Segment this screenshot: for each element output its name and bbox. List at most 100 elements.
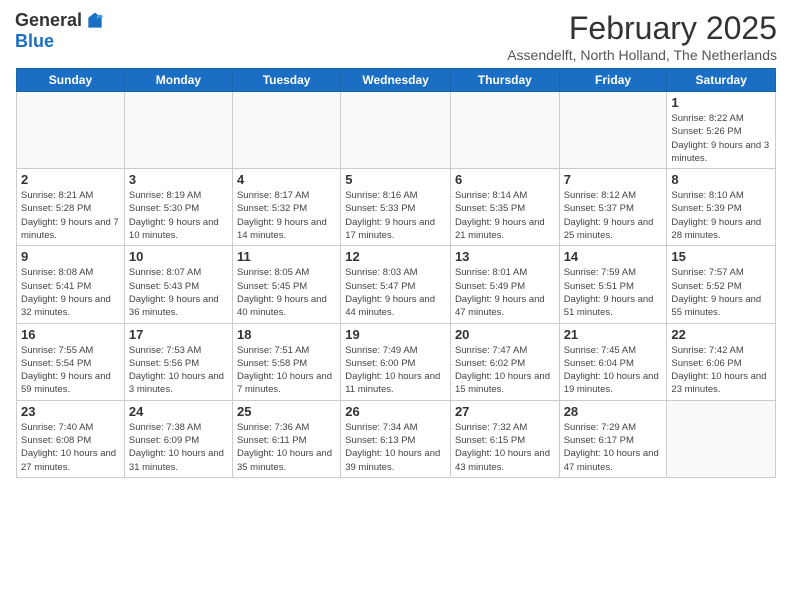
day-number: 26 — [345, 404, 446, 419]
calendar-week-1: 2Sunrise: 8:21 AM Sunset: 5:28 PM Daylig… — [17, 169, 776, 246]
logo-icon — [85, 11, 105, 31]
calendar-page: General Blue February 2025 Assendelft, N… — [0, 0, 792, 612]
day-info: Sunrise: 8:19 AM Sunset: 5:30 PM Dayligh… — [129, 189, 228, 242]
day-number: 21 — [564, 327, 663, 342]
day-info: Sunrise: 8:10 AM Sunset: 5:39 PM Dayligh… — [671, 189, 771, 242]
calendar-cell: 8 Sunrise: 8:10 AM Sunset: 5:39 PM Daylig… — [667, 169, 776, 246]
day-info: Sunrise: 7:59 AM Sunset: 5:51 PM Dayligh… — [564, 266, 663, 319]
day-number: 8 — [671, 172, 771, 187]
calendar-cell: 22Sunrise: 7:42 AM Sunset: 6:06 PM Dayli… — [667, 323, 776, 400]
day-info: Sunrise: 8:14 AM Sunset: 5:35 PM Dayligh… — [455, 189, 555, 242]
calendar-cell: 28Sunrise: 7:29 AM Sunset: 6:17 PM Dayli… — [559, 400, 667, 477]
calendar-cell — [232, 92, 340, 169]
day-header-sunday: Sunday — [17, 69, 125, 92]
calendar-cell — [559, 92, 667, 169]
calendar-cell: 20Sunrise: 7:47 AM Sunset: 6:02 PM Dayli… — [450, 323, 559, 400]
calendar-cell: 12Sunrise: 8:03 AM Sunset: 5:47 PM Dayli… — [341, 246, 451, 323]
day-number: 22 — [671, 327, 771, 342]
day-number: 15 — [671, 249, 771, 264]
calendar-body: 1Sunrise: 8:22 AM Sunset: 5:26 PM Daylig… — [17, 92, 776, 478]
calendar-cell: 2Sunrise: 8:21 AM Sunset: 5:28 PM Daylig… — [17, 169, 125, 246]
day-header-tuesday: Tuesday — [232, 69, 340, 92]
calendar-cell — [341, 92, 451, 169]
calendar-table: SundayMondayTuesdayWednesdayThursdayFrid… — [16, 68, 776, 478]
day-info: Sunrise: 7:34 AM Sunset: 6:13 PM Dayligh… — [345, 421, 446, 474]
day-number: 23 — [21, 404, 120, 419]
day-info: Sunrise: 8:05 AM Sunset: 5:45 PM Dayligh… — [237, 266, 336, 319]
day-number: 27 — [455, 404, 555, 419]
calendar-cell: 1Sunrise: 8:22 AM Sunset: 5:26 PM Daylig… — [667, 92, 776, 169]
logo-general-text: General — [15, 10, 82, 31]
day-number: 12 — [345, 249, 446, 264]
day-header-friday: Friday — [559, 69, 667, 92]
calendar-cell: 16 Sunrise: 7:55 AM Sunset: 5:54 PM Dayli… — [17, 323, 125, 400]
calendar-cell: 7 Sunrise: 8:12 AM Sunset: 5:37 PM Daylig… — [559, 169, 667, 246]
day-number: 10 — [129, 249, 228, 264]
day-number: 25 — [237, 404, 336, 419]
day-header-monday: Monday — [124, 69, 232, 92]
calendar-header: SundayMondayTuesdayWednesdayThursdayFrid… — [17, 69, 776, 92]
day-info: Sunrise: 8:16 AM Sunset: 5:33 PM Dayligh… — [345, 189, 446, 242]
day-number: 19 — [345, 327, 446, 342]
calendar-week-0: 1Sunrise: 8:22 AM Sunset: 5:26 PM Daylig… — [17, 92, 776, 169]
day-info: Sunrise: 8:07 AM Sunset: 5:43 PM Dayligh… — [129, 266, 228, 319]
day-info: Sunrise: 7:32 AM Sunset: 6:15 PM Dayligh… — [455, 421, 555, 474]
day-info: Sunrise: 7:38 AM Sunset: 6:09 PM Dayligh… — [129, 421, 228, 474]
day-header-thursday: Thursday — [450, 69, 559, 92]
calendar-cell: 15Sunrise: 7:57 AM Sunset: 5:52 PM Dayli… — [667, 246, 776, 323]
calendar-cell: 4 Sunrise: 8:17 AM Sunset: 5:32 PM Daylig… — [232, 169, 340, 246]
day-number: 9 — [21, 249, 120, 264]
day-info: Sunrise: 7:36 AM Sunset: 6:11 PM Dayligh… — [237, 421, 336, 474]
calendar-wrapper: SundayMondayTuesdayWednesdayThursdayFrid… — [0, 68, 792, 486]
calendar-cell: 9Sunrise: 8:08 AM Sunset: 5:41 PM Daylig… — [17, 246, 125, 323]
day-number: 7 — [564, 172, 663, 187]
day-info: Sunrise: 7:40 AM Sunset: 6:08 PM Dayligh… — [21, 421, 120, 474]
calendar-cell — [450, 92, 559, 169]
calendar-cell: 26 Sunrise: 7:34 AM Sunset: 6:13 PM Dayli… — [341, 400, 451, 477]
logo-blue-text: Blue — [15, 31, 105, 52]
day-info: Sunrise: 7:29 AM Sunset: 6:17 PM Dayligh… — [564, 421, 663, 474]
day-number: 14 — [564, 249, 663, 264]
day-info: Sunrise: 7:51 AM Sunset: 5:58 PM Dayligh… — [237, 344, 336, 397]
day-info: Sunrise: 7:53 AM Sunset: 5:56 PM Dayligh… — [129, 344, 228, 397]
day-number: 24 — [129, 404, 228, 419]
day-info: Sunrise: 8:22 AM Sunset: 5:26 PM Dayligh… — [671, 112, 771, 165]
day-number: 3 — [129, 172, 228, 187]
day-info: Sunrise: 8:12 AM Sunset: 5:37 PM Dayligh… — [564, 189, 663, 242]
calendar-cell: 10 Sunrise: 8:07 AM Sunset: 5:43 PM Dayli… — [124, 246, 232, 323]
calendar-cell: 23 Sunrise: 7:40 AM Sunset: 6:08 PM Dayli… — [17, 400, 125, 477]
day-info: Sunrise: 7:45 AM Sunset: 6:04 PM Dayligh… — [564, 344, 663, 397]
day-info: Sunrise: 7:55 AM Sunset: 5:54 PM Dayligh… — [21, 344, 120, 397]
day-info: Sunrise: 8:17 AM Sunset: 5:32 PM Dayligh… — [237, 189, 336, 242]
day-info: Sunrise: 8:21 AM Sunset: 5:28 PM Dayligh… — [21, 189, 120, 242]
day-number: 11 — [237, 249, 336, 264]
day-info: Sunrise: 8:01 AM Sunset: 5:49 PM Dayligh… — [455, 266, 555, 319]
calendar-cell: 27 Sunrise: 7:32 AM Sunset: 6:15 PM Dayli… — [450, 400, 559, 477]
calendar-cell: 19 Sunrise: 7:49 AM Sunset: 6:00 PM Dayli… — [341, 323, 451, 400]
calendar-cell — [667, 400, 776, 477]
day-number: 5 — [345, 172, 446, 187]
calendar-cell: 6 Sunrise: 8:14 AM Sunset: 5:35 PM Daylig… — [450, 169, 559, 246]
day-number: 17 — [129, 327, 228, 342]
month-title: February 2025 — [507, 10, 777, 47]
day-number: 20 — [455, 327, 555, 342]
day-info: Sunrise: 7:49 AM Sunset: 6:00 PM Dayligh… — [345, 344, 446, 397]
day-number: 13 — [455, 249, 555, 264]
calendar-cell: 3 Sunrise: 8:19 AM Sunset: 5:30 PM Daylig… — [124, 169, 232, 246]
day-number: 6 — [455, 172, 555, 187]
day-number: 16 — [21, 327, 120, 342]
day-header-saturday: Saturday — [667, 69, 776, 92]
day-number: 4 — [237, 172, 336, 187]
calendar-week-4: 23 Sunrise: 7:40 AM Sunset: 6:08 PM Dayli… — [17, 400, 776, 477]
title-section: February 2025 Assendelft, North Holland,… — [507, 10, 777, 63]
location-title: Assendelft, North Holland, The Netherlan… — [507, 47, 777, 63]
calendar-cell: 25 Sunrise: 7:36 AM Sunset: 6:11 PM Dayli… — [232, 400, 340, 477]
calendar-cell: 13 Sunrise: 8:01 AM Sunset: 5:49 PM Dayli… — [450, 246, 559, 323]
calendar-cell: 18Sunrise: 7:51 AM Sunset: 5:58 PM Dayli… — [232, 323, 340, 400]
logo: General Blue — [15, 10, 105, 52]
calendar-cell: 11 Sunrise: 8:05 AM Sunset: 5:45 PM Dayli… — [232, 246, 340, 323]
calendar-cell: 24 Sunrise: 7:38 AM Sunset: 6:09 PM Dayli… — [124, 400, 232, 477]
calendar-week-2: 9Sunrise: 8:08 AM Sunset: 5:41 PM Daylig… — [17, 246, 776, 323]
calendar-cell — [17, 92, 125, 169]
calendar-cell: 5 Sunrise: 8:16 AM Sunset: 5:33 PM Daylig… — [341, 169, 451, 246]
